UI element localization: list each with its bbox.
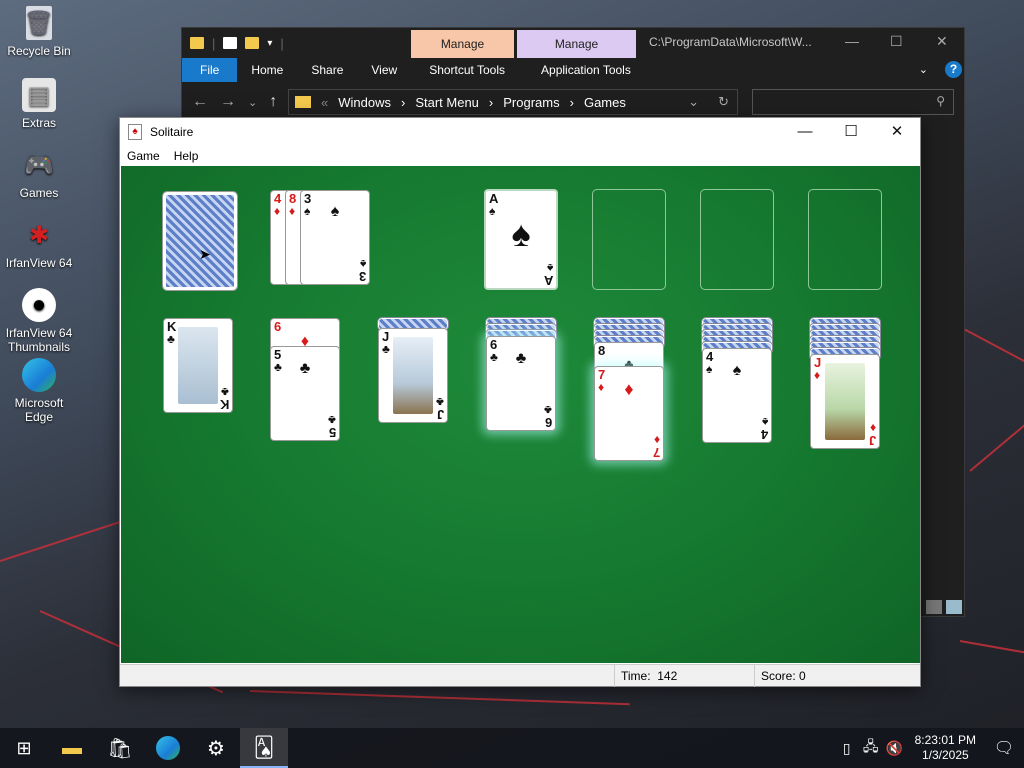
refresh-icon[interactable]: ↻	[718, 94, 729, 110]
manage-tab-shortcut[interactable]: Manage	[411, 30, 514, 58]
close-button[interactable]: ✕	[874, 118, 920, 146]
desktop-icon-extras[interactable]: ▤ Extras	[2, 78, 76, 130]
score-value: 0	[799, 669, 806, 683]
details-view-icon[interactable]	[926, 600, 942, 614]
view-toggle	[926, 600, 962, 614]
breadcrumb-windows[interactable]: Windows	[338, 95, 391, 110]
irfanview-thumbnails-icon: ●	[22, 288, 56, 322]
help-icon[interactable]: ?	[945, 61, 962, 78]
desktop-icon-recycle-bin[interactable]: 🗑 Recycle Bin	[2, 6, 76, 58]
customize-toolbar-icon[interactable]: ▾	[267, 38, 272, 49]
clock-time: 8:23:01 PM	[914, 733, 976, 747]
ribbon-expand-icon[interactable]: ⌄	[905, 58, 942, 82]
maximize-button[interactable]: ☐	[828, 118, 874, 146]
foundation-4[interactable]	[808, 189, 882, 290]
tableau-5-top-card[interactable]: 7 ♦ ♦ 7 ♦	[594, 366, 664, 461]
settings-gear-icon[interactable]: ⚙	[192, 728, 240, 768]
tab-file[interactable]: File	[182, 58, 238, 82]
windows-start-icon[interactable]: ⊞	[0, 728, 48, 768]
tableau-7-top-card[interactable]: J ♦ J ♦	[810, 354, 880, 449]
search-icon: ⚲	[936, 94, 945, 108]
tableau-1-card[interactable]: K ♣ K ♣	[163, 318, 233, 413]
forward-arrow-icon[interactable]: →	[220, 93, 236, 111]
minimize-button[interactable]: —	[845, 33, 859, 49]
tab-home[interactable]: Home	[237, 58, 297, 82]
large-icons-view-icon[interactable]	[946, 600, 962, 614]
desktop-icon-edge[interactable]: Microsoft Edge	[2, 358, 76, 424]
folder-icon	[295, 96, 311, 108]
tableau-4-top-card[interactable]: 6 ♣ ♣ 6 ♣	[486, 336, 556, 431]
notification-icon[interactable]: 🗨	[984, 738, 1024, 758]
address-bar[interactable]: « Windows › Start Menu › Programs › Game…	[288, 89, 738, 115]
foundation-3[interactable]	[700, 189, 774, 290]
store-icon[interactable]: 🛍	[96, 728, 144, 768]
explorer-title-text: C:\ProgramData\Microsoft\W...	[649, 35, 812, 49]
folder-icon[interactable]	[190, 37, 204, 49]
timer-display: Time: 142	[614, 665, 754, 687]
foundation-1[interactable]: A ♠ ♠ A ♠	[484, 189, 558, 290]
folder-icon: ▤	[22, 78, 56, 112]
solitaire-title-bar: ♠ Solitaire — ☐ ✕	[120, 118, 920, 146]
breadcrumb-games[interactable]: Games	[584, 95, 626, 110]
volume-muted-icon[interactable]: 🔇	[883, 740, 907, 757]
breadcrumb-start-menu[interactable]: Start Menu	[415, 95, 479, 110]
edge-icon[interactable]	[144, 728, 192, 768]
minimize-button[interactable]: —	[782, 118, 828, 146]
score-display: Score: 0	[754, 665, 920, 687]
properties-icon[interactable]	[223, 37, 238, 49]
maximize-button[interactable]: ☐	[890, 33, 903, 50]
game-board[interactable]: ➤ 4♦ 8♦ 3♠ ♠ 3♠ A♠ ♠ A♠ K♣ K♣ 6	[121, 166, 920, 663]
recent-chevron-icon[interactable]: ⌄	[248, 96, 257, 109]
breadcrumb-programs[interactable]: Programs	[503, 95, 559, 110]
clock[interactable]: 8:23:01 PM 1/3/2025	[907, 733, 984, 763]
solitaire-app-icon: ♠	[128, 124, 142, 140]
jack-picture	[825, 363, 865, 440]
up-arrow-icon[interactable]: ↑	[269, 93, 277, 111]
irfanview-icon: ✱	[28, 221, 50, 249]
close-button[interactable]: ✕	[936, 33, 948, 50]
quick-access-toolbar: | ▾ |	[182, 36, 284, 51]
menu-game[interactable]: Game	[127, 149, 160, 163]
edge-icon	[22, 358, 56, 392]
system-tray: ▯ 🖧 🔇 8:23:01 PM 1/3/2025 🗨	[835, 728, 1024, 768]
file-explorer-icon[interactable]: ▬	[48, 728, 96, 768]
desktop-icon-games[interactable]: 🎮 Games	[2, 148, 76, 201]
explorer-title-bar: | ▾ | Manage Manage C:\ProgramData\Micro…	[182, 28, 964, 58]
foundation-2[interactable]	[592, 189, 666, 290]
king-picture	[178, 327, 218, 404]
tableau-3-top-card[interactable]: J ♣ J ♣	[378, 328, 448, 423]
manage-tab-application[interactable]: Manage	[517, 30, 636, 58]
time-value: 142	[657, 669, 678, 683]
clock-date: 1/3/2025	[921, 748, 969, 762]
tab-shortcut-tools[interactable]: Shortcut Tools	[411, 58, 523, 82]
gamepad-icon: 🎮	[24, 151, 54, 179]
tableau-2-top-card[interactable]: 5 ♣ ♣ 5 ♣	[270, 346, 340, 441]
tab-share[interactable]: Share	[297, 58, 357, 82]
waste-top-card[interactable]: 3 ♠ ♠ 3 ♠	[300, 190, 370, 285]
tab-application-tools[interactable]: Application Tools	[523, 58, 649, 82]
back-arrow-icon[interactable]: ←	[192, 93, 208, 111]
tab-view[interactable]: View	[357, 58, 411, 82]
mouse-cursor-icon: ➤	[199, 246, 211, 262]
desktop-icon-irfanview-thumbnails[interactable]: ● IrfanView 64 Thumbnails	[2, 288, 76, 354]
menu-bar: Game Help	[120, 146, 920, 166]
usb-icon[interactable]: ▯	[835, 740, 859, 757]
address-dropdown-icon[interactable]: ⌄	[688, 94, 699, 110]
tableau-6-top-card[interactable]: 4 ♠ ♠ 4 ♠	[702, 348, 772, 443]
status-bar: Time: 142 Score: 0	[120, 664, 920, 687]
new-folder-icon[interactable]	[245, 37, 260, 49]
network-icon[interactable]: 🖧	[859, 736, 883, 760]
jack-picture	[393, 337, 433, 414]
solitaire-icon[interactable]: 🂡	[240, 728, 288, 768]
search-input[interactable]: ⚲	[752, 89, 954, 115]
recycle-bin-icon: 🗑	[24, 6, 54, 40]
stock-pile[interactable]	[162, 191, 238, 291]
menu-help[interactable]: Help	[174, 149, 199, 163]
solitaire-window[interactable]: ♠ Solitaire — ☐ ✕ Game Help ➤ 4 ♦ 8 ♦ 3 ♠ ♠…	[119, 117, 921, 687]
taskbar: ⊞ ▬ 🛍 ⚙ 🂡 ▯ 🖧 🔇 8:23:01 PM 1/3/2025 🗨	[0, 728, 1024, 768]
window-title: Solitaire	[150, 125, 194, 139]
explorer-ribbon: File Home Share View Shortcut Tools Appl…	[182, 58, 964, 82]
desktop-icon-irfanview[interactable]: ✱ IrfanView 64	[2, 218, 76, 271]
